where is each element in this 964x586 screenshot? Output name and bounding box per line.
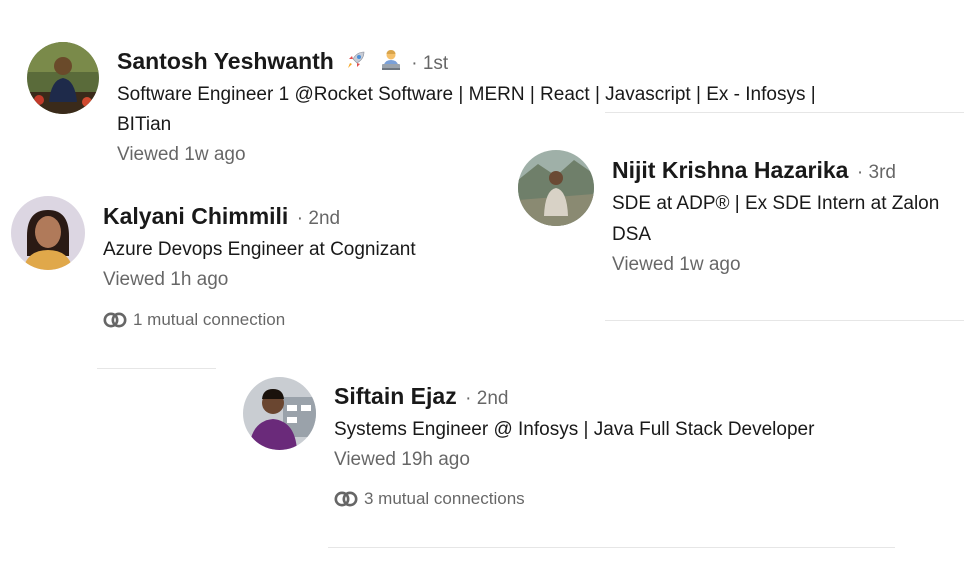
divider — [605, 112, 964, 113]
info-siftain: Siftain Ejaz · 2nd Systems Engineer @ In… — [334, 381, 954, 475]
name-line: Kalyani Chimmili · 2nd — [103, 201, 603, 231]
headline-continued: DSA — [612, 224, 652, 245]
info-nijit: Nijit Krishna Hazarika · 3rd SDE at ADP®… — [612, 155, 964, 280]
name-line: Siftain Ejaz · 2nd — [334, 381, 954, 411]
name-line: Santosh Yeshwanth · 1st — [117, 46, 964, 76]
connection-degree: · 2nd — [465, 388, 509, 409]
person-name[interactable]: Santosh Yeshwanth — [117, 48, 334, 74]
headline: Systems Engineer @ Infosys | Java Full S… — [334, 419, 815, 440]
viewed-time: Viewed 1w ago — [612, 254, 741, 275]
person-name[interactable]: Nijit Krishna Hazarika — [612, 157, 848, 183]
viewed-time: Viewed 19h ago — [334, 449, 470, 470]
connection-degree: · 1st — [411, 53, 449, 74]
mutual-connections-link[interactable]: 3 mutual connections — [334, 488, 525, 510]
mutual-connections-text: 1 mutual connection — [133, 310, 286, 329]
person-name[interactable]: Kalyani Chimmili — [103, 203, 288, 229]
technologist-icon — [379, 48, 403, 83]
avatar-siftain[interactable] — [243, 377, 316, 450]
avatar-santosh[interactable] — [27, 42, 99, 114]
headline: Software Engineer 1 @Rocket Software | M… — [117, 84, 816, 105]
info-kalyani: Kalyani Chimmili · 2nd Azure Devops Engi… — [103, 201, 603, 295]
headline-continued: BITian — [117, 114, 172, 135]
rocket-icon — [344, 48, 368, 83]
connection-degree: · 2nd — [296, 208, 341, 229]
divider — [328, 547, 895, 548]
connection-degree: · 3rd — [856, 162, 896, 183]
headline: Azure Devops Engineer at Cognizant — [103, 239, 416, 260]
mutual-connections-icon — [334, 491, 358, 507]
viewed-time: Viewed 1h ago — [103, 269, 229, 290]
person-name[interactable]: Siftain Ejaz — [334, 383, 457, 409]
mutual-connections-icon — [103, 312, 127, 328]
name-line: Nijit Krishna Hazarika · 3rd — [612, 155, 964, 185]
avatar-kalyani[interactable] — [11, 196, 85, 270]
headline: SDE at ADP® | Ex SDE Intern at Zalon — [612, 193, 940, 214]
mutual-connections-text: 3 mutual connections — [364, 489, 525, 508]
divider — [605, 320, 964, 321]
divider — [97, 368, 216, 369]
mutual-connections-link[interactable]: 1 mutual connection — [103, 309, 285, 331]
info-santosh: Santosh Yeshwanth · 1st Software Enginee… — [117, 46, 964, 170]
